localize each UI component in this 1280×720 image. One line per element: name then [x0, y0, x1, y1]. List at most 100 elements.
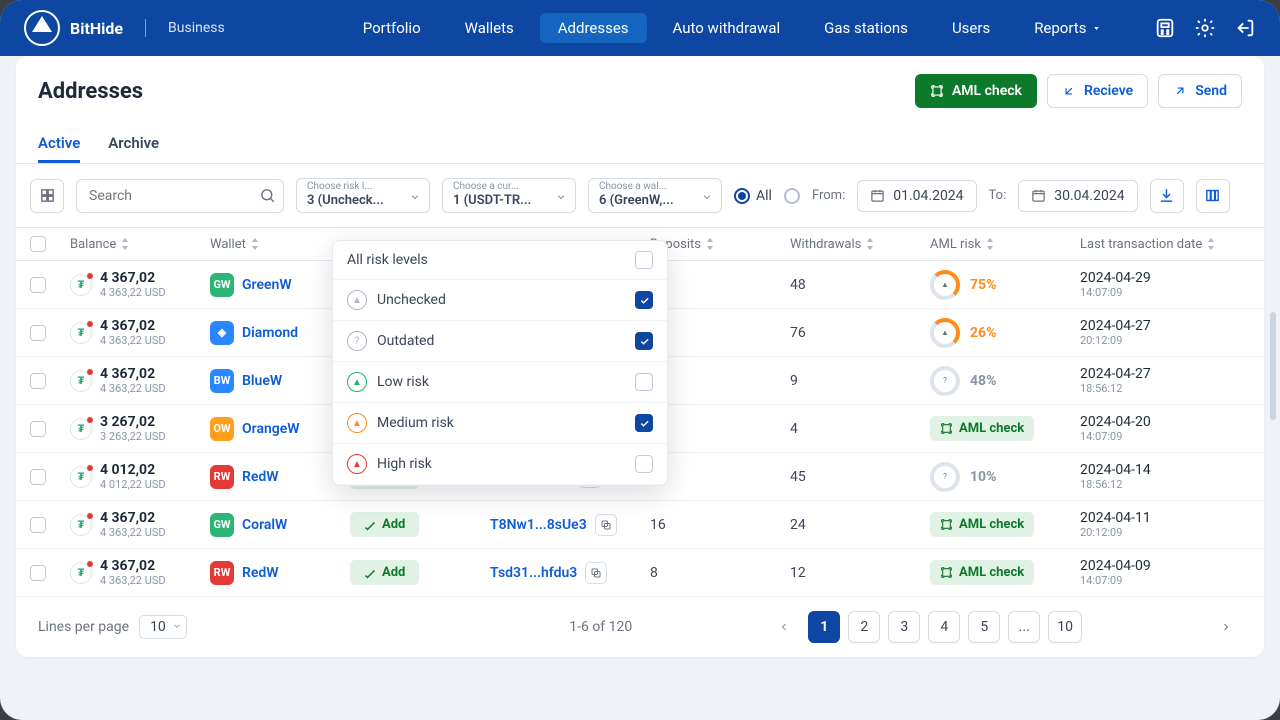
aml-check-chip[interactable]: AML check	[930, 560, 1034, 585]
wallet-name[interactable]: GreenW	[242, 277, 292, 293]
dropdown-item[interactable]: ▲High risk	[333, 444, 667, 485]
wallet-name[interactable]: BlueW	[242, 373, 282, 389]
nav-reports[interactable]: Reports	[1016, 13, 1119, 43]
page-4[interactable]: 4	[928, 611, 960, 643]
address-value[interactable]: T8Nw1...8sUe3	[490, 517, 587, 533]
currency-select[interactable]: Choose a cur... 1 (USDT-TR...	[442, 178, 576, 213]
wallet-icon: RW	[210, 465, 234, 489]
wallet-name[interactable]: RedW	[242, 565, 279, 581]
page-...[interactable]: ...	[1008, 611, 1040, 643]
settings-icon[interactable]	[1194, 17, 1216, 39]
aml-check-chip[interactable]: AML check	[930, 512, 1034, 537]
balance-amount: 3 267,02	[100, 414, 166, 430]
tab-archive[interactable]: Archive	[108, 126, 159, 163]
wallet-name[interactable]: RedW	[242, 469, 279, 485]
dropdown-all-risk[interactable]: All risk levels	[333, 241, 667, 280]
topbar: BitHide Business PortfolioWalletsAddress…	[0, 0, 1280, 56]
nav-gas-stations[interactable]: Gas stations	[806, 13, 926, 43]
checkbox[interactable]	[635, 455, 653, 473]
select-all-checkbox[interactable]	[30, 236, 46, 252]
checkbox[interactable]	[635, 414, 653, 432]
checkbox[interactable]	[635, 291, 653, 309]
export-button[interactable]	[1150, 179, 1184, 213]
receive-button[interactable]: Recieve	[1047, 74, 1148, 108]
columns-button[interactable]	[1196, 179, 1230, 213]
calendar-icon	[870, 188, 885, 203]
row-checkbox[interactable]	[30, 277, 46, 293]
address-value[interactable]: Tsd31...hfdu3	[490, 565, 577, 581]
date-to[interactable]: 30.04.2024	[1018, 180, 1137, 212]
col-withdrawals[interactable]: Withdrawals	[790, 237, 930, 252]
dropdown-item[interactable]: ▲Low risk	[333, 362, 667, 403]
last-time: 14:07:09	[1080, 574, 1230, 587]
page-1[interactable]: 1	[808, 611, 840, 643]
nav-portfolio[interactable]: Portfolio	[345, 13, 439, 43]
col-balance[interactable]: Balance	[70, 237, 210, 252]
checkbox[interactable]	[635, 251, 653, 269]
wallet-select[interactable]: Choose a wal... 6 (GreenW,...	[588, 178, 722, 213]
add-label-button[interactable]: Add	[350, 560, 419, 585]
page-5[interactable]: 5	[968, 611, 1000, 643]
logout-icon[interactable]	[1234, 17, 1256, 39]
row-checkbox[interactable]	[30, 565, 46, 581]
deposits-value: 16	[650, 517, 790, 533]
add-label-button[interactable]: Add	[350, 512, 419, 537]
risk-level-icon: ▲	[347, 372, 367, 392]
last-time: 18:56:12	[1080, 478, 1230, 491]
page-2[interactable]: 2	[848, 611, 880, 643]
coin-icon: ₮	[70, 514, 92, 536]
dropdown-item[interactable]: ▲Unchecked	[333, 280, 667, 321]
nav-wallets[interactable]: Wallets	[447, 13, 532, 43]
nav-auto-withdrawal[interactable]: Auto withdrawal	[655, 13, 799, 43]
row-checkbox[interactable]	[30, 325, 46, 341]
to-label: To:	[989, 188, 1007, 203]
coin-icon: ₮	[70, 274, 92, 296]
row-checkbox[interactable]	[30, 517, 46, 533]
chevron-down-icon	[701, 191, 713, 203]
filter-all-radio[interactable]: All	[734, 188, 772, 204]
calculator-icon[interactable]	[1154, 17, 1176, 39]
page-3[interactable]: 3	[888, 611, 920, 643]
row-checkbox[interactable]	[30, 421, 46, 437]
filter-layout-button[interactable]	[30, 179, 64, 213]
filter-range-radio[interactable]	[784, 188, 800, 204]
col-deposits[interactable]: Deposits	[650, 237, 790, 252]
wallet-icon: BW	[210, 369, 234, 393]
page-next[interactable]	[1210, 611, 1242, 643]
lines-per-page-select[interactable]: 10	[139, 615, 187, 639]
send-button[interactable]: Send	[1158, 74, 1242, 108]
dropdown-item[interactable]: ?Outdated	[333, 321, 667, 362]
row-checkbox[interactable]	[30, 469, 46, 485]
aml-check-button[interactable]: AML check	[915, 74, 1037, 108]
wallet-name[interactable]: Diamond	[242, 325, 298, 341]
nav-addresses[interactable]: Addresses	[540, 13, 647, 43]
page-prev[interactable]	[768, 611, 800, 643]
risk-level-icon: ?	[347, 331, 367, 351]
wallet-icon: GW	[210, 513, 234, 537]
col-last[interactable]: Last transaction date	[1080, 237, 1230, 252]
col-aml[interactable]: AML risk	[930, 237, 1080, 252]
balance-sub: 4 363,22 USD	[100, 286, 166, 299]
search-field[interactable]	[76, 179, 284, 213]
col-wallet[interactable]: Wallet	[210, 237, 350, 252]
search-input[interactable]	[76, 179, 284, 213]
tab-active[interactable]: Active	[38, 126, 80, 163]
checkbox[interactable]	[635, 373, 653, 391]
date-from[interactable]: 01.04.2024	[857, 180, 976, 212]
wallet-name[interactable]: CoralW	[242, 517, 287, 533]
withdrawals-value: 48	[790, 277, 930, 293]
nav-users[interactable]: Users	[934, 13, 1008, 43]
copy-button[interactable]	[585, 562, 607, 584]
row-checkbox[interactable]	[30, 373, 46, 389]
wallet-icon: GW	[210, 273, 234, 297]
wallet-name[interactable]: OrangeW	[242, 421, 300, 437]
balance-amount: 4 367,02	[100, 558, 166, 574]
aml-check-chip[interactable]: AML check	[930, 416, 1034, 441]
dropdown-item[interactable]: ▲Medium risk	[333, 403, 667, 444]
withdrawals-value: 9	[790, 373, 930, 389]
scrollbar[interactable]	[1270, 312, 1276, 420]
checkbox[interactable]	[635, 332, 653, 350]
risk-select[interactable]: Choose risk l... 3 (Uncheck...	[296, 178, 430, 213]
page-10[interactable]: 10	[1048, 611, 1082, 643]
copy-button[interactable]	[595, 514, 617, 536]
